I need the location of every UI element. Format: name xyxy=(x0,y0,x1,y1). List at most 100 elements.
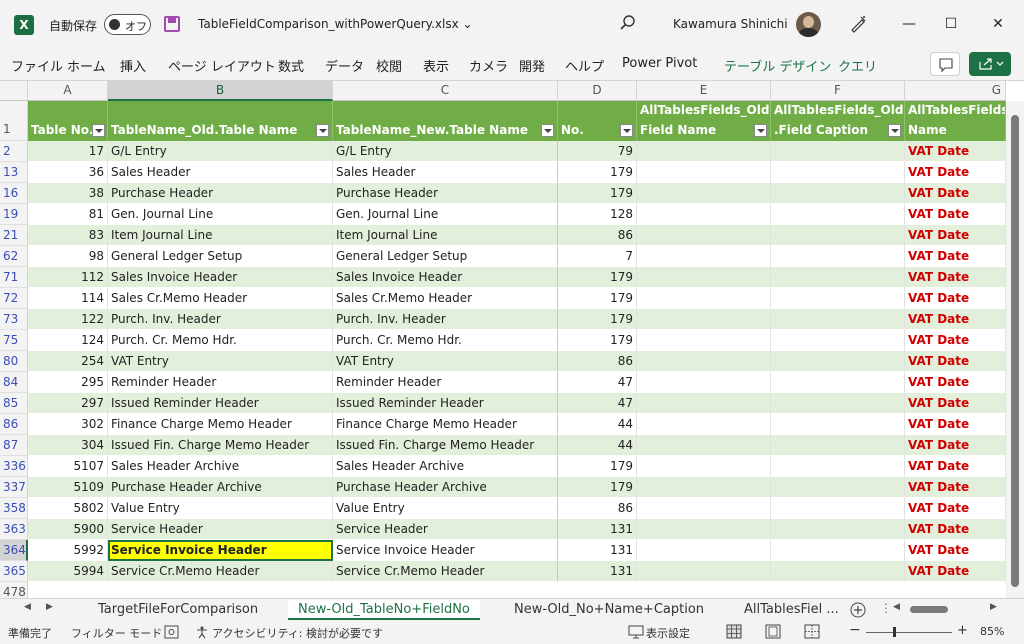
row-number[interactable]: 363 xyxy=(0,519,28,540)
cell-table-name-old[interactable]: Issued Fin. Charge Memo Header xyxy=(108,435,333,456)
cell-field-name[interactable] xyxy=(637,456,771,477)
cell-table-no[interactable]: 124 xyxy=(28,330,108,351)
zoom-level[interactable]: 85% xyxy=(980,625,1004,638)
page-layout-icon[interactable] xyxy=(765,624,781,639)
filter-icon[interactable] xyxy=(92,124,105,137)
cell-field-caption[interactable] xyxy=(771,540,905,561)
cell-no[interactable]: 47 xyxy=(558,372,637,393)
cell-table-no[interactable]: 5802 xyxy=(28,498,108,519)
cell-no[interactable]: 179 xyxy=(558,267,637,288)
cell-table-name-old[interactable]: Sales Header xyxy=(108,162,333,183)
col-header-f[interactable]: F xyxy=(771,81,905,101)
tab-help[interactable]: ヘルプ xyxy=(565,56,604,75)
cell-table-name-new[interactable]: Issued Fin. Charge Memo Header xyxy=(333,435,558,456)
cell-table-name-new[interactable]: Finance Charge Memo Header xyxy=(333,414,558,435)
cell-field-caption[interactable] xyxy=(771,204,905,225)
filter-icon[interactable] xyxy=(541,124,554,137)
hscroll-left-icon[interactable]: ◀ xyxy=(893,602,900,612)
cell-table-name-old[interactable]: G/L Entry xyxy=(108,141,333,162)
scroll-thumb[interactable] xyxy=(1011,115,1019,587)
cell-table-name-new[interactable]: Purchase Header Archive xyxy=(333,477,558,498)
cell-table-no[interactable]: 83 xyxy=(28,225,108,246)
tab-insert[interactable]: 挿入 xyxy=(120,56,146,75)
row-number[interactable]: 71 xyxy=(0,267,28,288)
tab-query[interactable]: クエリ xyxy=(838,56,877,75)
cell-table-no[interactable]: 304 xyxy=(28,435,108,456)
cell-name[interactable]: VAT Date xyxy=(905,351,1006,372)
cell-name[interactable]: VAT Date xyxy=(905,498,1006,519)
cell-field-caption[interactable] xyxy=(771,141,905,162)
cell-field-name[interactable] xyxy=(637,351,771,372)
minimize-button[interactable]: — xyxy=(897,12,921,36)
cell-table-name-new[interactable]: Sales Invoice Header xyxy=(333,267,558,288)
horizontal-scroll-thumb[interactable] xyxy=(910,606,948,613)
cell-no[interactable]: 86 xyxy=(558,351,637,372)
tab-developer[interactable]: 開発 xyxy=(519,56,545,75)
cell-no[interactable]: 7 xyxy=(558,246,637,267)
cell-field-caption[interactable] xyxy=(771,519,905,540)
cell-name[interactable]: VAT Date xyxy=(905,393,1006,414)
sheet-tab-active[interactable]: New-Old_TableNo+FieldNo xyxy=(288,600,480,620)
sheet-next-icon[interactable]: ▶ xyxy=(46,602,53,612)
hscroll-right-icon[interactable]: ▶ xyxy=(990,602,997,612)
selected-cell[interactable]: Service Invoice Header xyxy=(108,540,333,561)
cell-no[interactable]: 86 xyxy=(558,498,637,519)
cell-field-caption[interactable] xyxy=(771,435,905,456)
cell-field-caption[interactable] xyxy=(771,183,905,204)
cell-table-name-new[interactable]: Service Invoice Header xyxy=(333,540,558,561)
cell-table-no[interactable]: 302 xyxy=(28,414,108,435)
cell-table-name-old[interactable]: Sales Cr.Memo Header xyxy=(108,288,333,309)
cell-field-caption[interactable] xyxy=(771,162,905,183)
cell-no[interactable]: 131 xyxy=(558,561,637,582)
cell-field-caption[interactable] xyxy=(771,477,905,498)
avatar[interactable] xyxy=(796,12,821,37)
cell-field-name[interactable] xyxy=(637,372,771,393)
cell-table-no[interactable]: 114 xyxy=(28,288,108,309)
cell-field-name[interactable] xyxy=(637,141,771,162)
cell-table-no[interactable]: 5994 xyxy=(28,561,108,582)
cell-table-name-new[interactable]: Sales Header xyxy=(333,162,558,183)
tab-file[interactable]: ファイル xyxy=(11,56,63,75)
row-number[interactable]: 87 xyxy=(0,435,28,456)
restore-button[interactable]: ☐ xyxy=(939,12,963,36)
tab-data[interactable]: データ xyxy=(325,56,364,75)
cell-field-caption[interactable] xyxy=(771,225,905,246)
cell-field-name[interactable] xyxy=(637,330,771,351)
cell-table-name-new[interactable]: Item Journal Line xyxy=(333,225,558,246)
filter-icon[interactable] xyxy=(316,124,329,137)
cell-field-caption[interactable] xyxy=(771,330,905,351)
cell-name[interactable]: VAT Date xyxy=(905,372,1006,393)
tab-home[interactable]: ホーム xyxy=(67,56,106,75)
cell-table-name-new[interactable]: Value Entry xyxy=(333,498,558,519)
sheet-tab[interactable]: TargetFileForComparison xyxy=(98,600,258,620)
tab-power-pivot[interactable]: Power Pivot xyxy=(622,56,697,71)
cell-field-name[interactable] xyxy=(637,414,771,435)
cell-field-caption[interactable] xyxy=(771,288,905,309)
cell-table-name-new[interactable]: Purch. Inv. Header xyxy=(333,309,558,330)
col-header-b[interactable]: B xyxy=(108,81,333,101)
cell-no[interactable]: 179 xyxy=(558,477,637,498)
cell-no[interactable]: 128 xyxy=(558,204,637,225)
cell-table-name-new[interactable]: Sales Cr.Memo Header xyxy=(333,288,558,309)
cell-table-name-new[interactable]: Purchase Header xyxy=(333,183,558,204)
cell-table-name-old[interactable]: Purchase Header xyxy=(108,183,333,204)
cell-field-name[interactable] xyxy=(637,204,771,225)
cell-table-name-new[interactable]: Service Header xyxy=(333,519,558,540)
cell-name[interactable]: VAT Date xyxy=(905,225,1006,246)
row-number[interactable]: 80 xyxy=(0,351,28,372)
cell-field-name[interactable] xyxy=(637,183,771,204)
autosave-toggle[interactable]: オフ xyxy=(104,14,151,35)
cell-name[interactable]: VAT Date xyxy=(905,540,1006,561)
cell-table-no[interactable]: 5900 xyxy=(28,519,108,540)
status-accessibility[interactable]: アクセシビリティ: 検討が必要です xyxy=(212,625,383,641)
cell-field-name[interactable] xyxy=(637,561,771,582)
cell-field-name[interactable] xyxy=(637,246,771,267)
cell-name[interactable]: VAT Date xyxy=(905,162,1006,183)
cell-table-name-new[interactable]: General Ledger Setup xyxy=(333,246,558,267)
normal-view-icon[interactable] xyxy=(726,624,742,639)
cell-field-name[interactable] xyxy=(637,225,771,246)
cell-table-name-old[interactable]: Purchase Header Archive xyxy=(108,477,333,498)
cell-table-no[interactable]: 112 xyxy=(28,267,108,288)
cell-name[interactable]: VAT Date xyxy=(905,477,1006,498)
tab-view[interactable]: 表示 xyxy=(423,56,449,75)
